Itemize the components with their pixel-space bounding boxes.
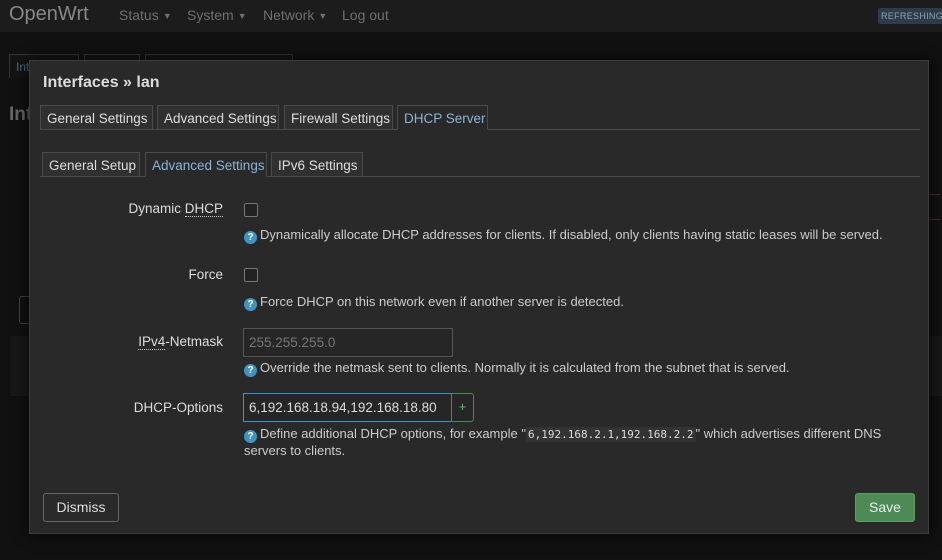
nav-logout[interactable]: Log out <box>342 7 389 23</box>
tab-dhcp-server[interactable]: DHCP Server <box>397 105 488 130</box>
refreshing-badge[interactable]: REFRESHING <box>878 8 942 24</box>
modal-title: Interfaces » lan <box>43 74 160 91</box>
dhcp-options-hint: ? Define additional DHCP options, for exa… <box>244 426 882 458</box>
tab-advanced-settings[interactable]: Advanced Settings <box>157 105 279 130</box>
force-checkbox[interactable] <box>244 268 258 282</box>
subtab-general-setup[interactable]: General Setup <box>42 152 140 177</box>
dynamic-dhcp-hint: ? Dynamically allocate DHCP addresses for… <box>244 227 914 244</box>
caret-down-icon: ▼ <box>318 11 328 22</box>
help-icon: ? <box>244 364 257 377</box>
tab-firewall-settings[interactable]: Firewall Settings <box>284 105 393 130</box>
subtab-advanced-settings[interactable]: Advanced Settings <box>145 152 267 177</box>
dynamic-dhcp-checkbox[interactable] <box>244 203 258 217</box>
subtab-ipv6-settings[interactable]: IPv6 Settings <box>271 152 363 177</box>
sub-tabbar: General Setup Advanced Settings IPv6 Set… <box>40 151 920 177</box>
ipv4-netmask-label: IPv4-Netmask <box>138 334 223 350</box>
ipv4-netmask-input[interactable] <box>243 328 453 357</box>
help-icon: ? <box>244 298 257 311</box>
interface-modal: Interfaces » lan General Settings Advanc… <box>29 60 929 534</box>
main-tabbar: General Settings Advanced Settings Firew… <box>40 104 920 130</box>
dhcp-options-label: DHCP-Options <box>133 400 223 415</box>
help-icon: ? <box>244 231 257 244</box>
dismiss-button[interactable]: Dismiss <box>43 493 119 522</box>
top-navbar: OpenWrt Status ▼ System ▼ Network ▼ Log out… <box>0 0 942 32</box>
nav-system[interactable]: System ▼ <box>187 7 247 23</box>
save-button[interactable]: Save <box>855 493 915 522</box>
tab-general-settings[interactable]: General Settings <box>40 105 153 130</box>
nav-network[interactable]: Network ▼ <box>263 7 327 23</box>
help-icon: ? <box>244 430 257 443</box>
force-hint: ? Force DHCP on this network even if anot… <box>244 294 914 311</box>
dhcp-options-input[interactable] <box>243 393 452 422</box>
example-code: 6,192.168.2.1,192.168.2.2 <box>525 427 696 442</box>
caret-down-icon: ▼ <box>162 11 172 22</box>
brand-logo[interactable]: OpenWrt <box>9 3 89 26</box>
dynamic-dhcp-label: Dynamic DHCP <box>128 201 223 217</box>
add-option-button[interactable]: + <box>451 393 474 422</box>
force-label: Force <box>188 267 223 282</box>
caret-down-icon: ▼ <box>237 11 247 22</box>
ipv4-netmask-hint: ? Override the netmask sent to clients. N… <box>244 360 914 377</box>
nav-status[interactable]: Status ▼ <box>119 7 172 23</box>
